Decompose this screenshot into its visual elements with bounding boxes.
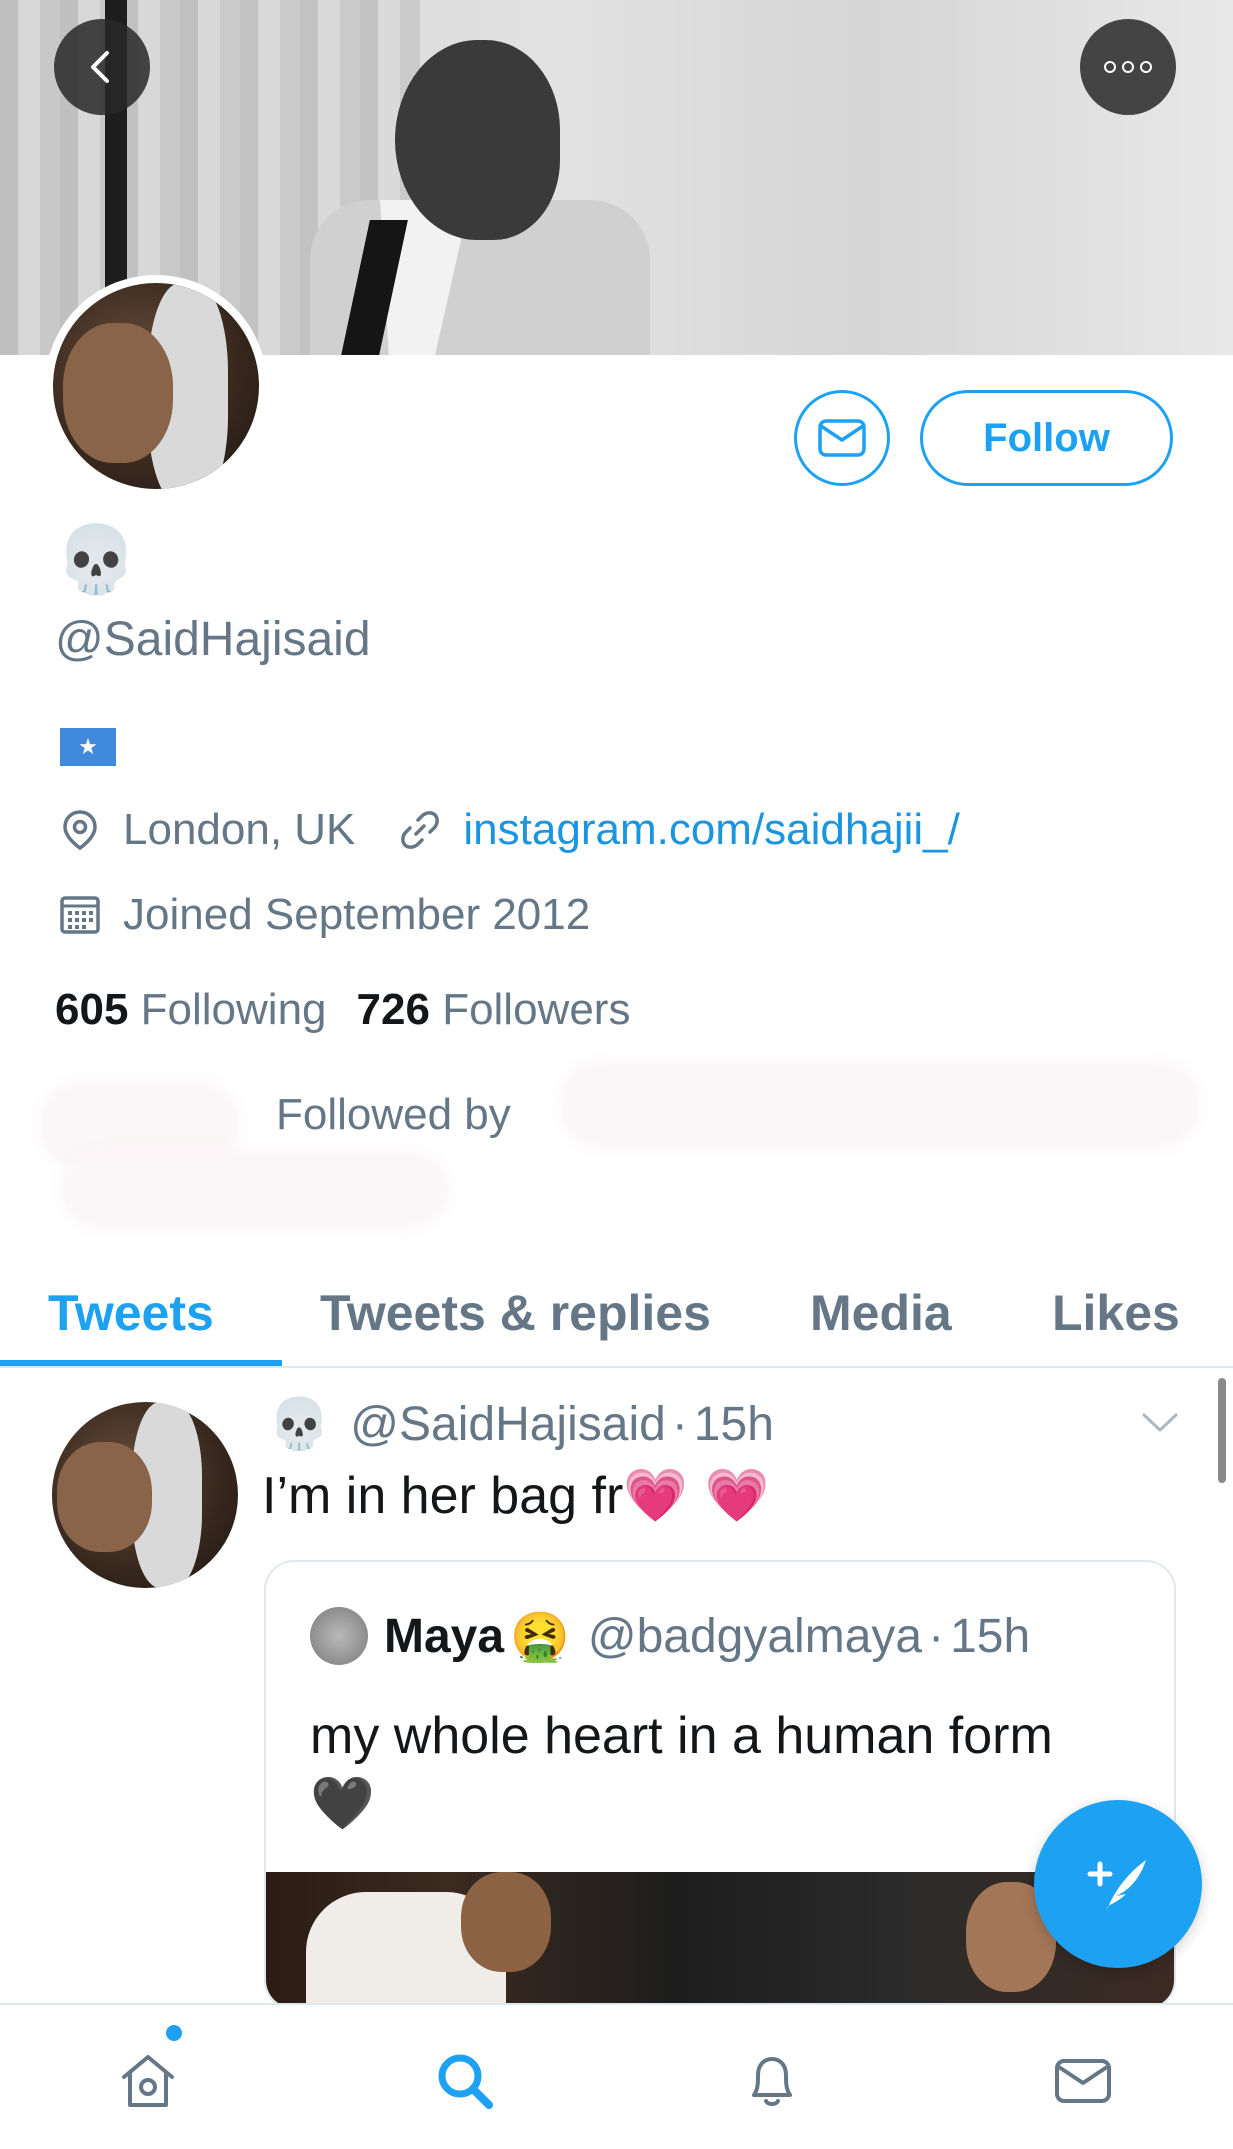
website-link[interactable]: instagram.com/saidhajii_/ (463, 805, 959, 855)
calendar-icon (55, 890, 105, 940)
quoted-author-avatar (310, 1607, 368, 1665)
profile-meta-row: London, UK instagram.com/saidhajii_/ (55, 805, 960, 855)
link-icon (395, 805, 445, 855)
followers-count[interactable]: 726 Followers (357, 985, 631, 1035)
quoted-author-name: Maya (384, 1609, 505, 1663)
notifications-bell-icon (752, 2057, 792, 2106)
follow-counts: 605 Following 726 Followers (55, 985, 630, 1035)
redacted-followers (560, 1060, 1200, 1150)
more-options-icon (1104, 61, 1152, 73)
quoted-emoji: 🖤 (310, 1774, 375, 1834)
nav-messages[interactable] (1043, 2041, 1123, 2121)
display-name: 💀 (55, 521, 138, 598)
tweet-options-button[interactable] (1140, 1410, 1180, 1441)
follow-button[interactable]: Follow (920, 390, 1173, 486)
search-icon (438, 2054, 493, 2109)
bottom-navigation (0, 2003, 1233, 2149)
profile-tabs: Tweets Tweets & replies Media Likes (0, 1258, 1233, 1368)
joined-text: Joined September 2012 (123, 890, 591, 939)
back-chevron-icon (91, 51, 109, 83)
tweet-header: 💀 @SaidHajisaid · 15h (268, 1395, 774, 1454)
tweet-emoji: 💗 💗 (623, 1466, 770, 1526)
tab-tweets[interactable]: Tweets (48, 1258, 214, 1368)
quoted-tweet-header: Maya 🤮 @badgyalmaya · 15h (310, 1607, 1030, 1665)
tweet-time: 15h (693, 1398, 774, 1451)
messages-mail-icon (1055, 2059, 1111, 2103)
quoted-author-handle: @badgyalmaya (587, 1609, 923, 1663)
profile-avatar[interactable] (45, 275, 267, 497)
tab-media[interactable]: Media (810, 1258, 952, 1368)
compose-tweet-button[interactable] (1034, 1800, 1202, 1968)
location-text: London, UK (123, 805, 356, 854)
home-icon (122, 2055, 174, 2107)
followed-by-text[interactable]: Followed by (276, 1090, 511, 1140)
quoted-tweet[interactable]: Maya 🤮 @badgyalmaya · 15h my whole heart… (264, 1560, 1176, 2010)
more-options-button[interactable] (1080, 19, 1176, 115)
active-tab-indicator (0, 1360, 282, 1366)
compose-quill-icon (1087, 1860, 1146, 1912)
quoted-separator: · (928, 1609, 945, 1663)
following-count[interactable]: 605 Following (55, 985, 327, 1035)
nav-search[interactable] (425, 2041, 505, 2121)
home-notification-dot (166, 2025, 182, 2041)
nav-notifications[interactable] (732, 2041, 812, 2121)
tweet-text: I’m in her bag fr💗 💗 (262, 1466, 770, 1526)
tweet-author-emoji: 💀 (268, 1395, 331, 1453)
bio-flag: ★ (60, 728, 116, 766)
nav-home[interactable] (108, 2041, 188, 2121)
tweet-separator: · (671, 1398, 688, 1451)
tweet-author-avatar[interactable] (52, 1402, 238, 1588)
profile-handle: @SaidHajisaid (55, 613, 371, 666)
scrollbar[interactable] (1218, 1378, 1226, 1483)
chevron-down-icon (1142, 1413, 1178, 1432)
location-pin-icon (55, 805, 105, 855)
tweet-author-handle[interactable]: @SaidHajisaid (350, 1397, 666, 1452)
quoted-tweet-text: my whole heart in a human form 🖤 (310, 1707, 1053, 1834)
quoted-author-emoji: 🤮 (510, 1608, 570, 1665)
quoted-time: 15h (950, 1609, 1031, 1663)
redacted-names (60, 1150, 450, 1230)
tab-tweets-and-replies[interactable]: Tweets & replies (320, 1258, 711, 1368)
mail-icon (818, 419, 866, 457)
banner-figure-head (395, 40, 560, 240)
tab-likes[interactable]: Likes (1052, 1258, 1180, 1368)
message-button[interactable] (794, 390, 890, 486)
back-button[interactable] (54, 19, 150, 115)
joined-row: Joined September 2012 (55, 890, 590, 940)
